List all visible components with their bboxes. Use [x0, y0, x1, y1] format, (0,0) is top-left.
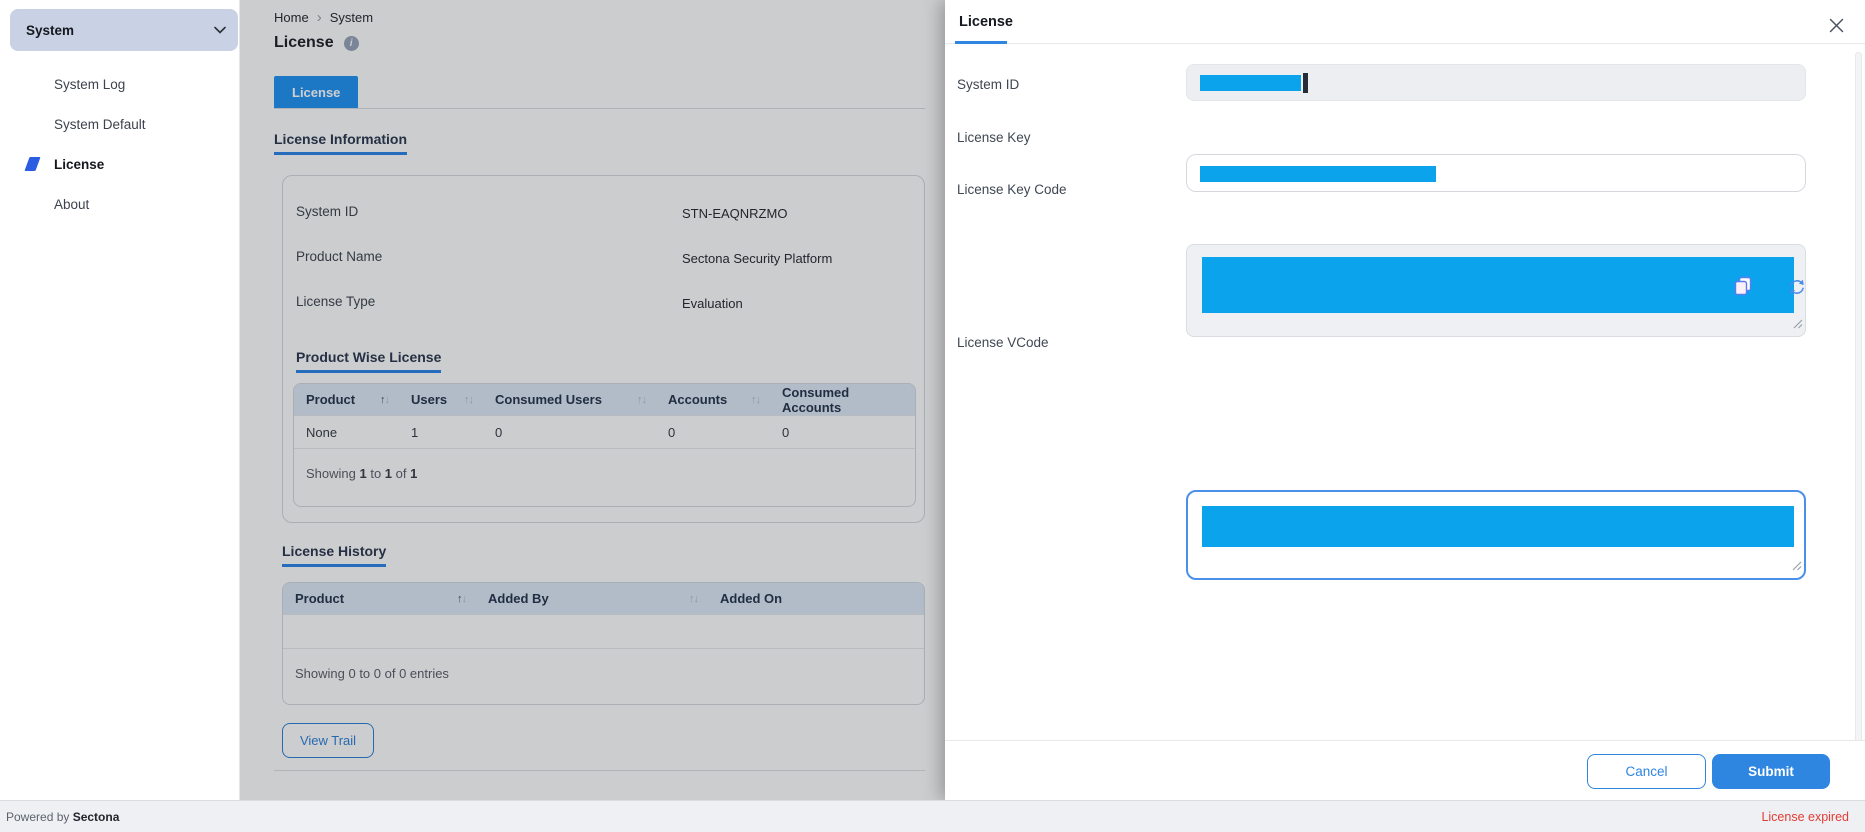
- sidebar-item-system-default[interactable]: System Default: [0, 104, 239, 144]
- sidebar-module-dropdown[interactable]: System: [10, 9, 238, 51]
- license-key-input[interactable]: [1186, 154, 1806, 192]
- drawer-label-license-key: License Key: [957, 130, 1031, 145]
- redacted-license-key-value: [1200, 166, 1436, 182]
- license-expired-status: License expired: [1761, 810, 1849, 824]
- text-cursor: [1303, 73, 1308, 93]
- drawer-footer: Cancel Submit: [945, 740, 1865, 800]
- drawer-title-underline: [955, 41, 1007, 44]
- sidebar-items: System Log System Default License About: [0, 64, 239, 224]
- brand-name: Sectona: [73, 810, 120, 824]
- sidebar-item-label: License: [54, 157, 104, 172]
- sidebar-item-license[interactable]: License: [0, 144, 239, 184]
- app-window: System System Log System Default License…: [0, 0, 1865, 832]
- drawer-label-license-vcode: License VCode: [957, 335, 1049, 350]
- redacted-system-id-value: [1200, 75, 1301, 91]
- resize-handle-icon[interactable]: [1791, 558, 1802, 576]
- sidebar: System System Log System Default License…: [0, 0, 240, 800]
- sidebar-item-about[interactable]: About: [0, 184, 239, 224]
- sidebar-item-label: System Log: [54, 77, 125, 92]
- chevron-down-icon: [214, 21, 226, 39]
- drawer-header: License: [945, 0, 1865, 44]
- drawer-label-system-id: System ID: [957, 77, 1019, 92]
- sidebar-item-system-log[interactable]: System Log: [0, 64, 239, 104]
- drawer-title: License: [959, 14, 1013, 30]
- drawer-scrollbar[interactable]: [1855, 52, 1862, 792]
- sidebar-item-label: About: [54, 197, 89, 212]
- close-icon[interactable]: [1827, 17, 1845, 35]
- redacted-license-key-code-value: [1202, 257, 1794, 313]
- sidebar-item-label: System Default: [54, 117, 146, 132]
- cancel-button[interactable]: Cancel: [1587, 754, 1706, 789]
- resize-handle-icon[interactable]: [1792, 316, 1803, 334]
- powered-by-text: Powered by Sectona: [6, 810, 119, 824]
- copy-icon[interactable]: [1731, 275, 1755, 299]
- refresh-icon[interactable]: [1785, 276, 1809, 300]
- status-bar: Powered by Sectona License expired: [0, 800, 1865, 832]
- license-vcode-textarea[interactable]: [1186, 490, 1806, 580]
- license-parallelogram-icon: [24, 157, 40, 171]
- license-key-code-textarea[interactable]: [1186, 244, 1806, 337]
- system-id-input: [1186, 64, 1806, 101]
- submit-button[interactable]: Submit: [1712, 754, 1830, 789]
- sidebar-module-label: System: [26, 23, 74, 38]
- redacted-license-vcode-value: [1202, 506, 1794, 547]
- license-drawer: License System ID License Key License Ke…: [945, 0, 1865, 800]
- drawer-label-license-key-code: License Key Code: [957, 182, 1067, 197]
